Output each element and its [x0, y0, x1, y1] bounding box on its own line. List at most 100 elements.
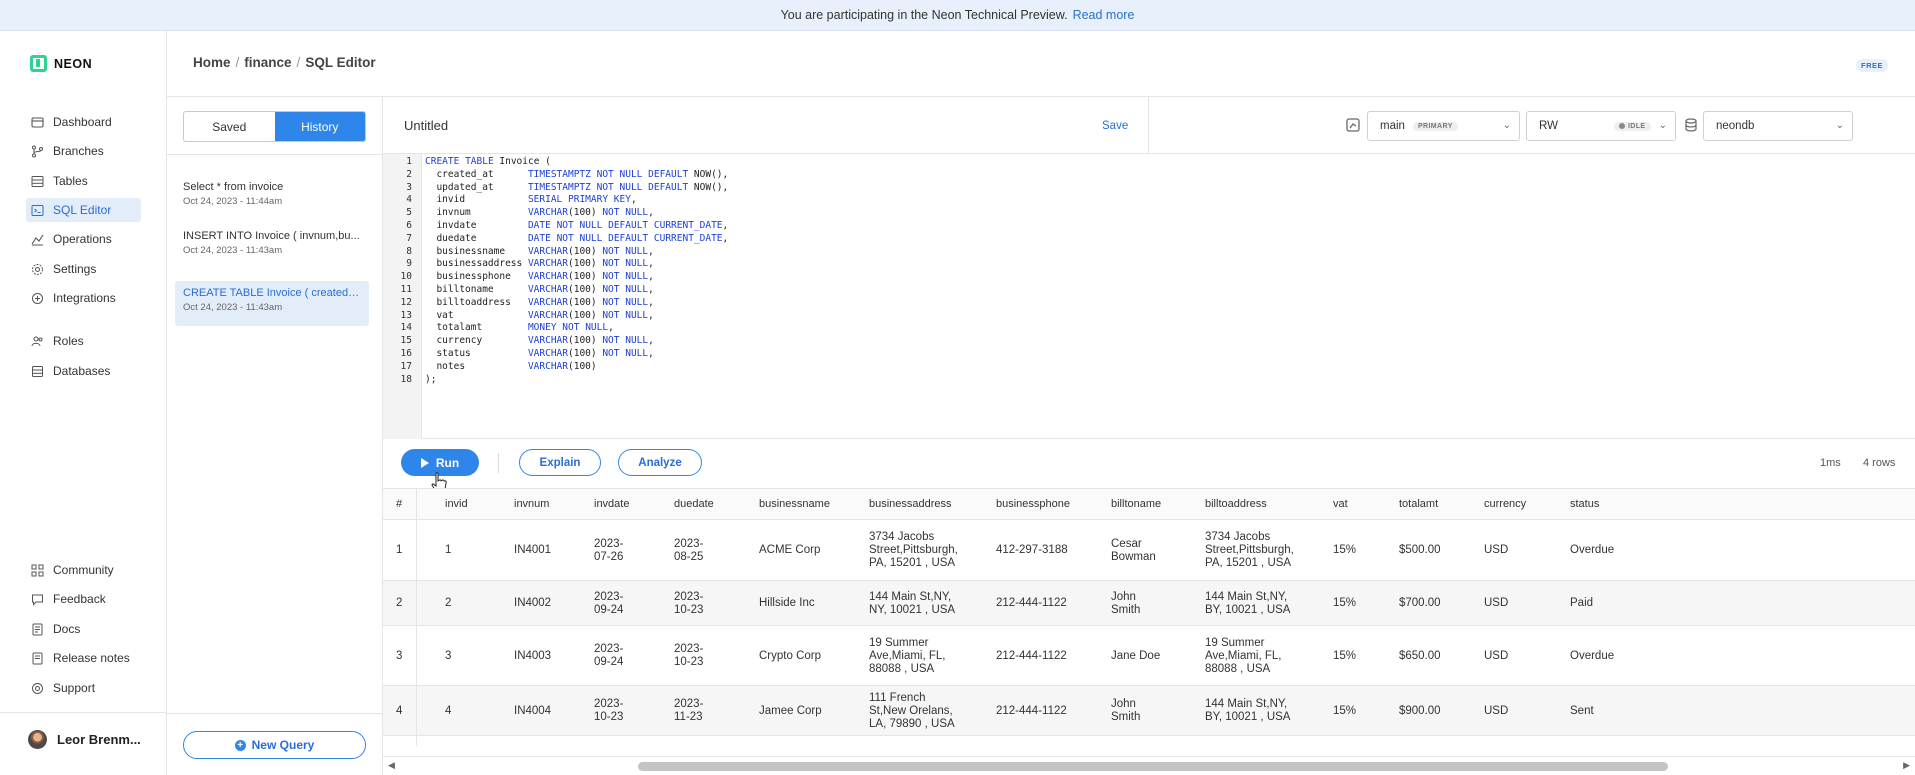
column-header-businessname[interactable]: businessname	[759, 498, 830, 510]
banner-read-more-link[interactable]: Read more	[1073, 8, 1135, 22]
logo-text: NEON	[54, 56, 93, 71]
table-cell-vat: 15%	[1333, 705, 1356, 718]
sidebar-item-docs[interactable]: Docs	[26, 617, 141, 641]
history-item[interactable]: CREATE TABLE Invoice ( created_... Oct 24…	[175, 281, 369, 326]
cell-line: USD	[1484, 704, 1509, 717]
tab-history[interactable]: History	[274, 112, 365, 141]
sidebar-item-dashboard[interactable]: Dashboard	[26, 110, 141, 134]
cell-line: 10-23	[674, 656, 704, 668]
history-item-date: Oct 24, 2023 - 11:44am	[183, 196, 283, 207]
column-header-billtoname[interactable]: billtoname	[1111, 498, 1161, 510]
neon-logo[interactable]: NEON	[30, 55, 92, 72]
table-cell-status: Overdue	[1570, 650, 1614, 663]
tab-saved[interactable]: Saved	[184, 112, 275, 141]
table-cell-businessname: Hillside Inc	[759, 597, 815, 610]
sidebar-item-integrations[interactable]: Integrations	[26, 286, 141, 310]
table-row[interactable]: 1 1 IN4001 2023- 07-26 2023- 08-25 ACME Corp 373…	[383, 520, 1915, 581]
database-select[interactable]: neondb ⌄	[1703, 111, 1853, 141]
new-query-button[interactable]: + New Query	[183, 731, 366, 759]
breadcrumb-home[interactable]: Home	[193, 55, 231, 70]
cell-line: Jamee Corp	[759, 704, 822, 717]
cell-line: IN4003	[514, 649, 552, 662]
line-number: 4	[406, 194, 412, 206]
history-item-date: Oct 24, 2023 - 11:43am	[183, 302, 283, 313]
sidebar-item-label: Community	[53, 563, 114, 577]
column-header-billtoaddress[interactable]: billtoaddress	[1205, 498, 1267, 510]
line-number: 6	[406, 220, 412, 231]
sidebar-item-label: Release notes	[53, 651, 130, 665]
sql-editor[interactable]: 1 2 3 4 5 6 7 8 9 10 11 12 13 14 15 16 17 18 CREATE TABLE…	[383, 154, 1915, 439]
table-cell-businessphone: 412-297-3188	[996, 544, 1068, 557]
history-item[interactable]: INSERT INTO Invoice ( invnum,bu... Oct 24…	[175, 224, 369, 269]
table-cell-totalamt: $650.00	[1399, 650, 1441, 663]
table-cell-businessaddress: 111 French St,New Orelans, LA, 79890 , USA	[869, 692, 955, 731]
database-value: neondb	[1716, 120, 1755, 132]
column-header-status[interactable]: status	[1570, 498, 1599, 510]
sidebar-item-feedback[interactable]: Feedback	[26, 587, 141, 611]
table-row[interactable]: 2 2 IN4002 2023- 09-24 2023- 10-23 Hillside Inc…	[383, 581, 1915, 626]
table-row[interactable]: 4 4 IN4004 2023- 10-23 2023- 11-23 Jamee Corp 11…	[383, 686, 1915, 736]
column-header-vat[interactable]: vat	[1333, 498, 1348, 510]
code-line: updated_at TIMESTAMPTZ NOT NULL DEFAULT …	[425, 181, 729, 193]
sidebar-item-support[interactable]: Support	[26, 676, 141, 700]
sidebar-item-settings[interactable]: Settings	[26, 257, 141, 281]
query-title[interactable]: Untitled	[404, 118, 448, 133]
compute-select[interactable]: RW IDLE ⌄	[1526, 111, 1676, 141]
horizontal-scrollbar[interactable]: ◀ ▶	[383, 756, 1915, 775]
line-number: 7	[406, 232, 412, 244]
column-header-businessphone[interactable]: businessphone	[996, 498, 1070, 510]
column-header-businessaddress[interactable]: businessaddress	[869, 498, 952, 510]
sidebar-item-databases[interactable]: Databases	[26, 359, 141, 383]
sidebar-item-tables[interactable]: Tables	[26, 169, 141, 193]
sidebar: NEON Dashboard Branches Tables SQL Editor Op…	[0, 31, 167, 775]
cell-line: NY, 10021 , USA	[869, 603, 956, 616]
line-number: 13	[400, 309, 412, 321]
line-number: 15	[400, 335, 412, 347]
table-cell-invdate: 2023- 07-26	[594, 538, 623, 564]
table-row[interactable]: 3 3 IN4003 2023- 09-24 2023- 10-23 Crypto Corp 1…	[383, 626, 1915, 686]
table-cell-totalamt: $500.00	[1399, 544, 1441, 557]
analyze-button[interactable]: Analyze	[618, 449, 702, 476]
code-line: status VARCHAR(100) NOT NULL,	[425, 348, 654, 359]
sidebar-item-label: Settings	[53, 262, 97, 276]
divider	[167, 154, 383, 155]
table-cell-billtoaddress: 19 Summer Ave,Miami, FL, 88088 , USA	[1205, 637, 1281, 676]
cell-line: Hillside Inc	[759, 597, 815, 609]
play-icon	[420, 457, 429, 468]
scroll-left-icon[interactable]: ◀	[388, 760, 395, 771]
cell-line: IN4002	[514, 597, 552, 609]
column-header-invnum[interactable]: invnum	[514, 498, 549, 510]
sidebar-item-community[interactable]: Community	[26, 558, 141, 582]
line-number: 3	[406, 181, 412, 193]
user-menu[interactable]: Leor Brenm...	[28, 730, 141, 749]
sidebar-item-label: Roles	[53, 334, 84, 348]
column-header-currency[interactable]: currency	[1484, 498, 1526, 510]
cell-line: IN4001	[514, 544, 552, 556]
column-header-duedate[interactable]: duedate	[674, 498, 714, 510]
explain-button[interactable]: Explain	[519, 449, 601, 476]
sidebar-item-branches[interactable]: Branches	[26, 139, 141, 163]
dashboard-icon	[31, 116, 44, 128]
sidebar-item-roles[interactable]: Roles	[26, 329, 141, 353]
cell-line: 88088 , USA	[869, 662, 935, 675]
cell-line: 111 French	[869, 691, 926, 704]
cell-line: Smith	[1111, 711, 1141, 723]
history-item[interactable]: Select * from invoice Oct 24, 2023 - 11:4…	[175, 175, 369, 220]
scrollbar-thumb[interactable]	[638, 762, 1668, 771]
sidebar-item-release-notes[interactable]: Release notes	[26, 646, 141, 670]
chevron-down-icon: ⌄	[1502, 120, 1511, 131]
results-table: # invid invnum invdate duedate businessname bu…	[383, 488, 1915, 746]
query-toolbar: Untitled Save main PRIMARY ⌄ RW IDLE ⌄ n…	[383, 97, 1915, 154]
save-button[interactable]: Save	[1102, 120, 1128, 132]
column-header-totalamt[interactable]: totalamt	[1399, 498, 1438, 510]
breadcrumb-project[interactable]: finance	[244, 55, 291, 70]
column-header-invid[interactable]: invid	[445, 498, 468, 510]
line-number: 12	[400, 296, 412, 308]
integrations-icon	[32, 292, 43, 304]
branch-select[interactable]: main PRIMARY ⌄	[1367, 111, 1520, 141]
sidebar-item-operations[interactable]: Operations	[26, 227, 141, 251]
column-header-invdate[interactable]: invdate	[594, 498, 629, 510]
table-cell-invid: 2	[445, 597, 451, 610]
sidebar-item-sql-editor[interactable]: SQL Editor	[26, 198, 141, 222]
scroll-right-icon[interactable]: ▶	[1903, 760, 1910, 771]
